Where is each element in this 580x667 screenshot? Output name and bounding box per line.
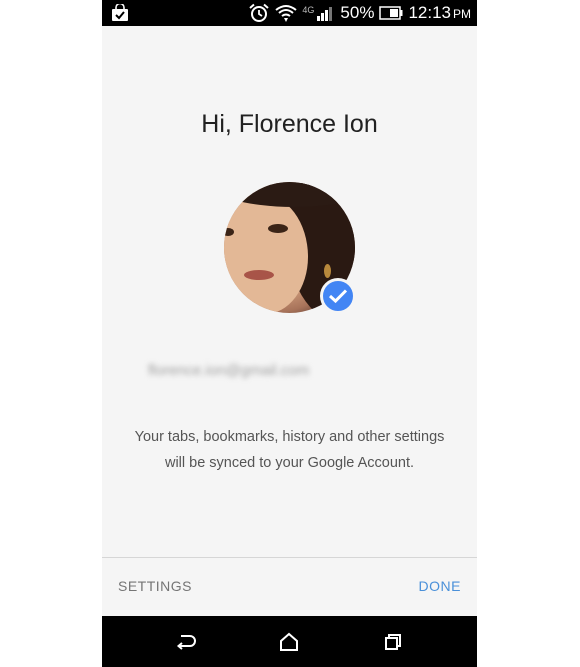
clock: 12:13 PM [408,0,471,27]
footer-divider [102,557,477,558]
settings-button[interactable]: SETTINGS [118,578,192,594]
clock-time: 12:13 [408,2,451,22]
status-bar: 4G 50% 12:13 PM [102,0,477,26]
account-avatar [224,182,356,314]
sync-description-line-1: Your tabs, bookmarks, history and other … [134,429,445,445]
checkmark-icon [320,278,356,314]
clock-ampm: PM [453,6,471,21]
account-email: florence.ion@gmail.com [148,362,310,379]
battery-percent: 50% [340,3,375,22]
status-icons: 4G 50% 12:13 PM [248,0,471,26]
battery-icon [379,6,403,20]
greeting-title: Hi, Florence Ion [201,110,378,138]
alarm-icon [248,3,270,23]
back-icon[interactable] [174,630,198,654]
shopping-bag-check-icon [110,2,130,22]
navigation-bar [102,616,477,667]
recents-icon[interactable] [381,630,405,654]
home-icon[interactable] [277,630,301,654]
sync-description-line-2: will be synced to your Google Account. [164,455,415,471]
phone-screen: 4G 50% 12:13 PM Hi, Florence Ion florenc… [102,0,477,667]
sync-description: Your tabs, bookmarks, history and other … [102,424,477,476]
done-button[interactable]: DONE [419,578,461,594]
network-type: 4G [302,5,315,15]
cell-signal-icon [317,5,335,21]
wifi-icon [275,3,298,23]
